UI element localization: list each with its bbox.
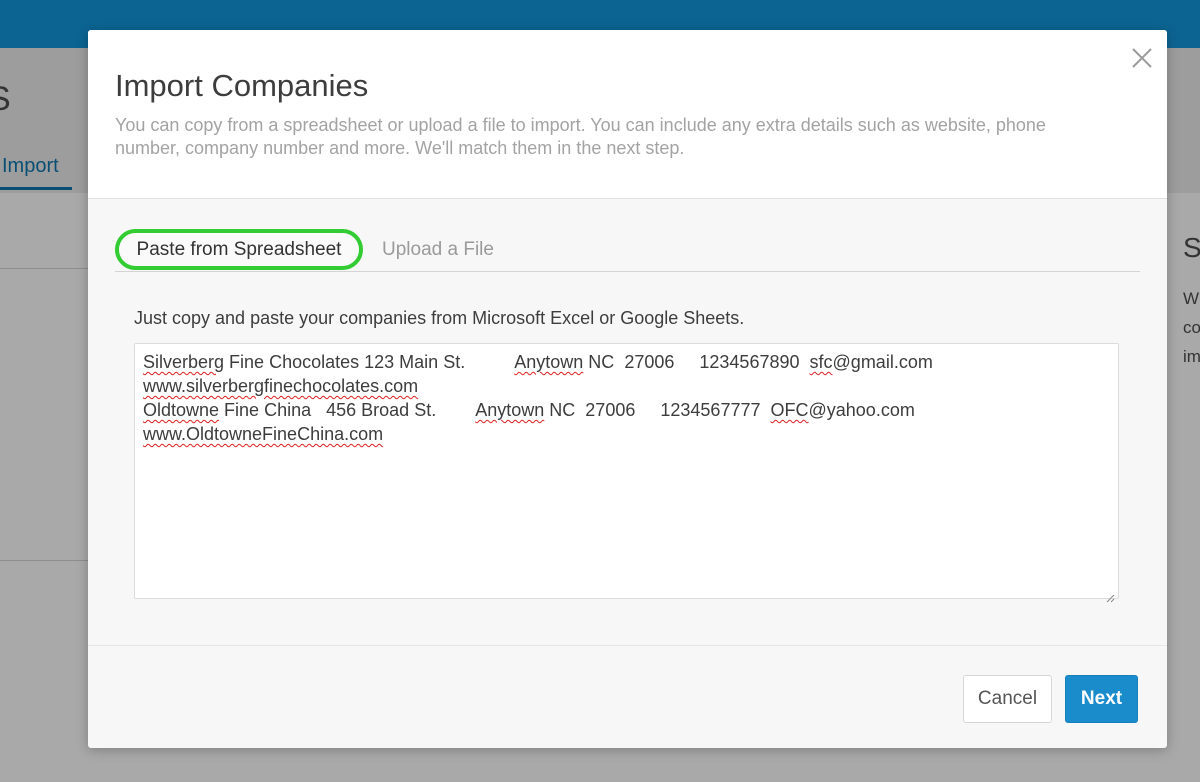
close-icon[interactable]	[1130, 46, 1154, 70]
modal-title: Import Companies	[115, 68, 369, 103]
modal-subtitle: You can copy from a spreadsheet or uploa…	[115, 115, 1046, 158]
import-companies-modal: Import Companies You can copy from a spr…	[88, 30, 1167, 748]
import-method-tabs: Paste from Spreadsheet Upload a File	[115, 227, 1140, 272]
resize-handle-icon[interactable]	[1105, 585, 1115, 603]
tab-paste-from-spreadsheet[interactable]: Paste from Spreadsheet	[115, 229, 363, 270]
background-tab-underline	[0, 187, 72, 190]
next-button[interactable]: Next	[1065, 675, 1138, 723]
pasted-row: Silverberg Fine Chocolates 123 Main St. …	[143, 352, 933, 372]
background-right-panel-title: S	[1183, 232, 1200, 263]
background-divider	[0, 268, 90, 269]
modal-footer-divider	[88, 645, 1167, 646]
cancel-button[interactable]: Cancel	[963, 675, 1052, 723]
tab-upload-a-file[interactable]: Upload a File	[382, 229, 494, 270]
paste-instructions: Just copy and paste your companies from …	[134, 308, 745, 328]
background-tab-import[interactable]: Import	[2, 155, 59, 178]
pasted-row-website: www.silverbergfinechocolates.com	[143, 376, 419, 396]
background-right-panel-text: W co im	[1183, 289, 1200, 366]
pasted-row: Oldtowne Fine China 456 Broad St. Anytow…	[143, 400, 915, 420]
modal-header: Import Companies You can copy from a spr…	[88, 30, 1167, 199]
background-page-title: S	[0, 80, 11, 119]
paste-textarea[interactable]: Silverberg Fine Chocolates 123 Main St. …	[134, 343, 1119, 603]
pasted-row-website: www.OldtowneFineChina.com	[143, 424, 384, 444]
background-divider	[0, 560, 90, 561]
